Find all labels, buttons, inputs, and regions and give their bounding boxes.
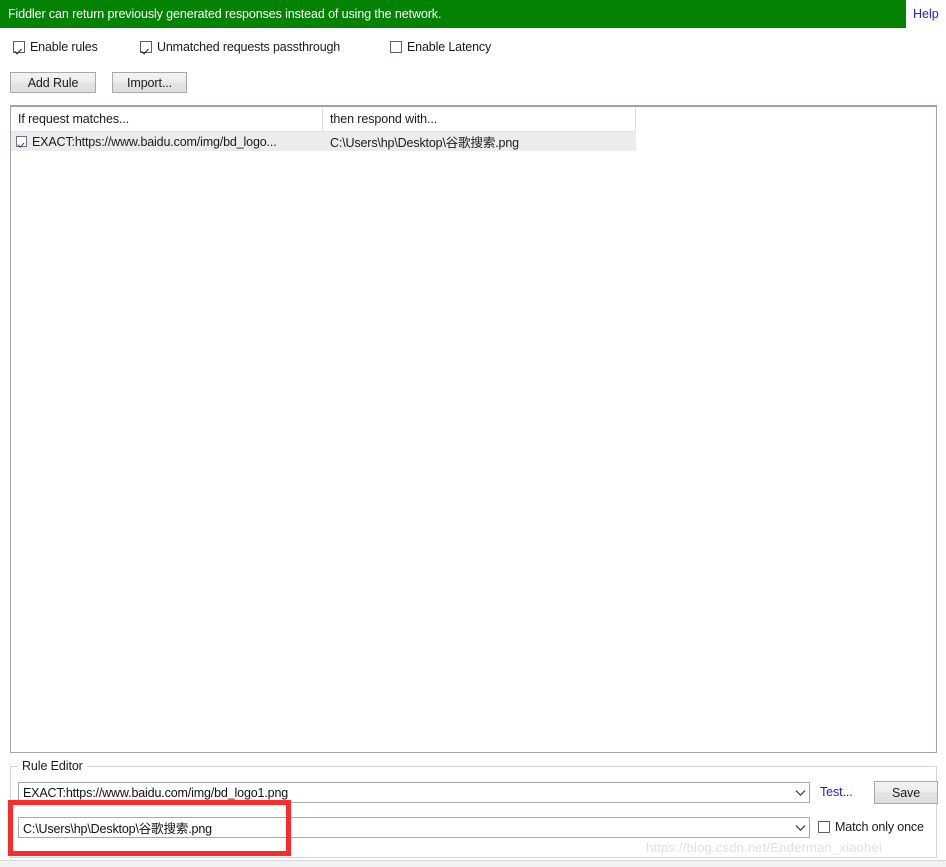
chevron-down-icon[interactable] [791, 818, 809, 837]
watermark-text: https://blog.csdn.net/Enderman_xiaohei [646, 840, 882, 855]
rule-row-enabled-checkbox[interactable] [16, 136, 27, 147]
add-rule-button[interactable]: Add Rule [10, 72, 96, 93]
rule-editor-match-combobox[interactable]: EXACT:https://www.baidu.com/img/bd_logo1… [18, 782, 810, 803]
column-header-match[interactable]: If request matches... [11, 107, 323, 131]
checkbox-match-only-once[interactable]: Match only once [818, 818, 924, 836]
checkbox-match-only-once-box[interactable] [818, 821, 830, 833]
options-row: Enable rules Unmatched requests passthro… [0, 38, 946, 58]
rule-editor-respond-combobox[interactable]: C:\Users\hp\Desktop\谷歌搜索.png [18, 817, 810, 838]
rule-list-panel[interactable]: If request matches... then respond with.… [10, 105, 937, 753]
rule-row-match-cell[interactable]: EXACT:https://www.baidu.com/img/bd_logo.… [11, 132, 323, 151]
checkbox-unmatched-passthrough-label: Unmatched requests passthrough [157, 40, 341, 54]
checkbox-enable-latency-label: Enable Latency [407, 40, 492, 54]
rule-editor-match-value[interactable]: EXACT:https://www.baidu.com/img/bd_logo1… [19, 786, 791, 800]
checkbox-enable-rules[interactable]: Enable rules [13, 38, 98, 56]
checkbox-match-only-once-label: Match only once [835, 820, 924, 834]
checkbox-enable-latency-box[interactable] [390, 41, 402, 53]
rule-row-respond-cell[interactable]: C:\Users\hp\Desktop\谷歌搜索.png [323, 132, 636, 151]
info-banner: Fiddler can return previously generated … [0, 0, 906, 28]
checkbox-enable-rules-box[interactable] [13, 41, 25, 53]
table-row[interactable]: EXACT:https://www.baidu.com/img/bd_logo.… [11, 132, 636, 151]
chevron-down-icon[interactable] [791, 783, 809, 802]
rule-list-header: If request matches... then respond with.… [11, 107, 636, 132]
import-button[interactable]: Import... [112, 72, 187, 93]
rule-row-respond-text: C:\Users\hp\Desktop\谷歌搜索.png [330, 136, 519, 150]
checkbox-unmatched-passthrough-box[interactable] [140, 41, 152, 53]
rule-editor-legend: Rule Editor [18, 759, 87, 773]
rule-row-match-text: EXACT:https://www.baidu.com/img/bd_logo.… [32, 134, 277, 149]
save-button[interactable]: Save [874, 781, 938, 804]
checkbox-enable-latency[interactable]: Enable Latency [390, 38, 491, 56]
rule-editor-respond-value[interactable]: C:\Users\hp\Desktop\谷歌搜索.png [19, 818, 791, 837]
checkbox-enable-rules-label: Enable rules [30, 40, 98, 54]
checkbox-unmatched-passthrough[interactable]: Unmatched requests passthrough [140, 38, 340, 56]
test-link[interactable]: Test... [820, 785, 853, 799]
column-header-respond[interactable]: then respond with... [323, 107, 636, 131]
help-link[interactable]: Help [913, 7, 939, 21]
info-banner-text: Fiddler can return previously generated … [8, 7, 442, 21]
